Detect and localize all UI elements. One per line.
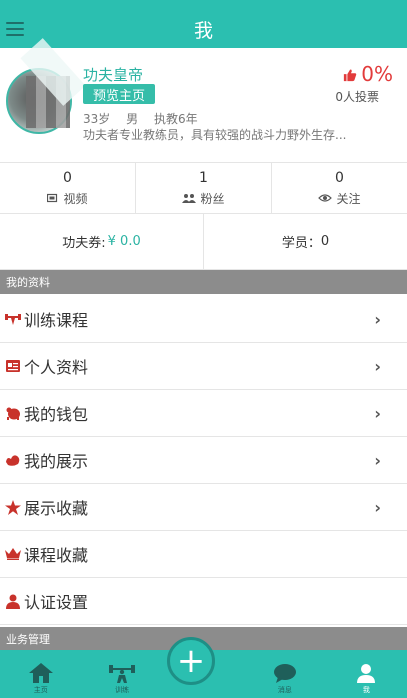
tab-label: 我: [362, 686, 370, 694]
profile-card: 功夫皇帝 预览主页 33岁 男 执教6年 功夫者专业教练员，具有较强的战斗力野外…: [0, 38, 407, 162]
tab-me[interactable]: 我: [326, 650, 407, 698]
crown-icon: [5, 548, 21, 560]
menu-item-label: 展示收藏: [24, 499, 89, 518]
menu-item-personal-info[interactable]: 个人资料 ›: [0, 343, 407, 390]
coupon-label: 功夫券:: [62, 236, 106, 251]
chevron-right-icon: ›: [374, 310, 381, 329]
stat-value: 0: [335, 169, 344, 186]
page-title: 我: [193, 19, 213, 42]
stat-label: 关注: [336, 191, 361, 206]
stat-value: 1: [199, 169, 208, 186]
menu-icon[interactable]: [6, 22, 24, 36]
coupon-value: ¥ 0.0: [107, 234, 141, 249]
plus-icon: +: [176, 641, 206, 681]
vote-block[interactable]: 0%: [343, 62, 393, 86]
video-icon: [47, 193, 58, 203]
menu-item-label: 我的展示: [24, 452, 89, 471]
menu-item-training-courses[interactable]: 训练课程 ›: [0, 296, 407, 343]
menu-item-my-showcase[interactable]: 我的展示 ›: [0, 437, 407, 484]
menu-item-label: 我的钱包: [24, 405, 89, 424]
preview-homepage-button[interactable]: 预览主页: [83, 84, 155, 104]
tab-home[interactable]: 主页: [0, 650, 81, 698]
muscle-icon: [6, 455, 20, 466]
home-icon: [28, 663, 53, 683]
id-card-icon: [6, 360, 20, 372]
fans-icon: [182, 194, 197, 203]
finance-row: 功夫券: ¥ 0.0 学员： 0: [0, 214, 407, 270]
tab-training[interactable]: 训练: [81, 650, 162, 698]
stat-value: 0: [63, 169, 72, 186]
person-icon: [357, 664, 376, 683]
section-header-my-info: 我的资料: [0, 270, 407, 294]
gender-text: 男: [126, 112, 139, 126]
eye-icon: [318, 194, 333, 202]
weightlifter-icon: [109, 665, 136, 683]
user-icon: [6, 594, 20, 609]
dumbbell-icon: [5, 314, 21, 325]
menu-item-verification-settings[interactable]: 认证设置: [0, 578, 407, 625]
chat-icon: [273, 664, 296, 683]
status-bar: [0, 0, 407, 10]
stat-fans[interactable]: 1 粉丝: [135, 163, 271, 213]
wallet-icon: [6, 407, 20, 420]
profile-name: 功夫皇帝: [83, 66, 144, 84]
nav-bar: 我: [0, 10, 407, 48]
menu-item-label: 课程收藏: [24, 546, 89, 565]
tab-label: 主页: [33, 686, 48, 694]
menu-item-label: 训练课程: [24, 311, 89, 330]
age-text: 33岁: [83, 112, 111, 126]
tab-messages[interactable]: 消息: [244, 650, 325, 698]
vote-count: 0人投票: [335, 90, 379, 104]
profile-meta: 33岁 男 执教6年: [83, 110, 210, 127]
tab-label: 消息: [277, 686, 292, 694]
students-value: 0: [320, 234, 330, 249]
star-icon: [5, 499, 21, 515]
stat-following[interactable]: 0 关注: [271, 163, 407, 213]
stats-row: 0 视频 1 粉丝 0 关注: [0, 162, 407, 214]
experience-text: 执教6年: [153, 112, 198, 126]
stat-label: 粉丝: [200, 191, 225, 206]
stat-label: 视频: [63, 191, 88, 206]
tab-label: 训练: [115, 686, 130, 694]
thumbs-up-icon: [344, 69, 357, 82]
stat-videos[interactable]: 0 视频: [0, 163, 135, 213]
menu-item-label: 认证设置: [24, 593, 89, 612]
chevron-right-icon: ›: [374, 498, 381, 517]
students-count[interactable]: 学员： 0: [203, 214, 407, 269]
add-button[interactable]: +: [167, 637, 215, 685]
menu-item-course-favorites[interactable]: 课程收藏: [0, 531, 407, 578]
menu-item-label: 个人资料: [24, 358, 89, 377]
students-label: 学员：: [281, 236, 321, 251]
menu-item-wallet[interactable]: 我的钱包 ›: [0, 390, 407, 437]
chevron-right-icon: ›: [374, 357, 381, 376]
coupon-balance[interactable]: 功夫券: ¥ 0.0: [0, 214, 203, 269]
menu-item-showcase-favorites[interactable]: 展示收藏 ›: [0, 484, 407, 531]
vote-percent: 0%: [361, 62, 393, 86]
chevron-right-icon: ›: [374, 404, 381, 423]
chevron-right-icon: ›: [374, 451, 381, 470]
profile-bio: 功夫者专业教练员，具有较强的战斗力野外生存...: [83, 128, 347, 142]
